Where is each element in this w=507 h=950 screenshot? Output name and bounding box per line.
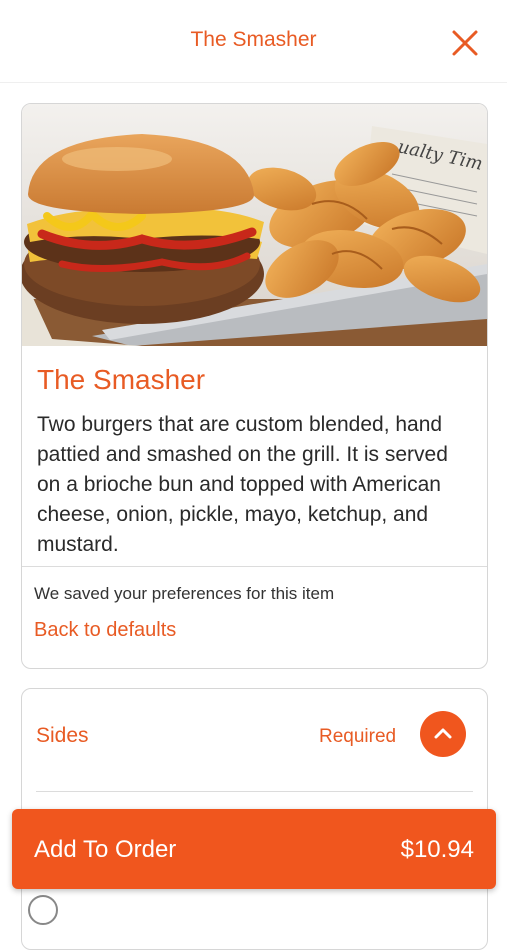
item-card: ualty Tim The Smasher Two burgers that a…	[21, 103, 488, 669]
item-title: The Smasher	[37, 364, 206, 395]
close-button[interactable]	[448, 26, 482, 60]
close-icon[interactable]	[448, 26, 482, 60]
chevron-up-icon[interactable]	[420, 711, 466, 757]
sides-title: Sides	[36, 724, 89, 747]
add-to-order-label: Add To Order	[34, 836, 177, 863]
item-photo: ualty Tim	[22, 104, 487, 346]
preferences-note: We saved your preferences for this item	[34, 584, 335, 603]
page-title: The Smasher	[190, 28, 317, 51]
item-description: Two burgers that are custom blended, han…	[37, 413, 448, 556]
content-area: ualty Tim The Smasher Two burgers that a…	[0, 83, 507, 950]
sides-divider	[36, 791, 473, 792]
back-to-defaults-link[interactable]: Back to defaults	[34, 619, 176, 642]
required-badge: Required	[319, 726, 397, 747]
header: The Smasher	[0, 0, 507, 83]
order-price: $10.94	[400, 836, 474, 863]
divider	[22, 566, 487, 567]
sides-collapse-button[interactable]	[420, 711, 466, 757]
add-to-order-button[interactable]: Add To Order $10.94	[12, 809, 496, 889]
